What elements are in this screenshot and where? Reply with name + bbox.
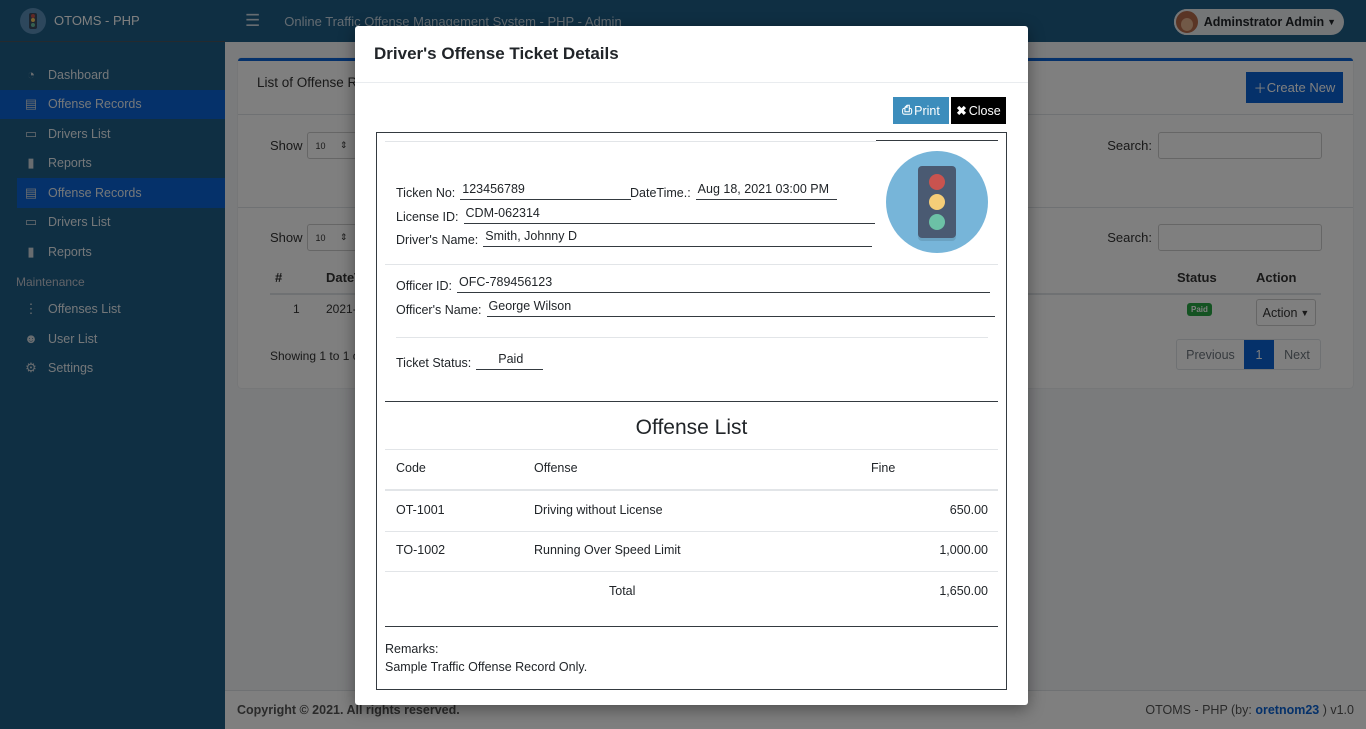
close-button[interactable]: ✖ Close <box>951 97 1006 124</box>
ticket-no-field: Ticken No: 123456789 <box>396 182 632 200</box>
close-label: Close <box>968 103 1001 118</box>
license-field: License ID: CDM-062314 <box>396 206 875 224</box>
column-header-fine: Fine <box>871 461 896 475</box>
ticket-no-value: 123456789 <box>460 182 632 200</box>
ticket-details-modal: Driver's Offense Ticket Details ⎙ Print ✖… <box>355 26 1028 705</box>
driver-name-field: Driver's Name: Smith, Johnny D <box>396 229 873 247</box>
ticket-status-field: Ticket Status: Paid <box>396 352 544 370</box>
driver-name-label: Driver's Name: <box>396 233 479 247</box>
close-icon: ✖ <box>956 104 967 118</box>
offense-list-title: Offense List <box>635 416 748 439</box>
offense-name: Driving without License <box>534 503 663 517</box>
offense-code: OT-1001 <box>396 503 445 517</box>
driver-name-value: Smith, Johnny D <box>483 229 873 247</box>
print-icon: ⎙ <box>902 103 913 117</box>
print-label: Print <box>914 103 940 118</box>
officer-id-field: Officer ID: OFC-789456123 <box>396 275 991 293</box>
divider <box>396 337 988 338</box>
modal-header: Driver's Offense Ticket Details <box>355 26 1028 83</box>
datetime-value: Aug 18, 2021 03:00 PM <box>695 182 837 200</box>
divider <box>385 626 998 627</box>
divider <box>385 531 998 532</box>
officer-name-label: Officer's Name: <box>396 303 482 317</box>
license-label: License ID: <box>396 210 459 224</box>
remarks-value: Sample Traffic Offense Record Only. <box>385 660 588 674</box>
datetime-field: DateTime.: Aug 18, 2021 03:00 PM <box>630 182 837 200</box>
license-value: CDM-062314 <box>463 206 875 224</box>
officer-id-label: Officer ID: <box>396 279 453 293</box>
remarks-label: Remarks: <box>385 642 439 656</box>
ticket-status-value: Paid <box>476 352 544 370</box>
divider <box>385 489 998 491</box>
officer-name-value: George Wilson <box>486 299 995 317</box>
modal-title: Driver's Offense Ticket Details <box>374 44 619 63</box>
divider <box>385 264 998 265</box>
divider <box>876 140 998 141</box>
officer-name-field: Officer's Name: George Wilson <box>396 299 995 317</box>
column-header-offense: Offense <box>534 461 578 475</box>
ticket-status-label: Ticket Status: <box>396 356 472 370</box>
divider <box>385 571 998 572</box>
offense-code: TO-1002 <box>396 543 446 557</box>
print-button[interactable]: ⎙ Print <box>893 97 949 124</box>
total-label: Total <box>609 584 636 598</box>
column-header-code: Code <box>396 461 426 475</box>
datetime-label: DateTime.: <box>630 186 691 200</box>
ticket-no-label: Ticken No: <box>396 186 456 200</box>
divider <box>385 401 998 402</box>
modal-actions: ⎙ Print ✖ Close <box>893 97 1006 124</box>
offense-name: Running Over Speed Limit <box>534 543 681 557</box>
officer-id-value: OFC-789456123 <box>457 275 991 293</box>
offense-fine: 1,000.00 <box>939 543 988 557</box>
traffic-light-icon <box>886 151 988 253</box>
divider <box>385 449 998 450</box>
divider <box>385 141 876 142</box>
total-value: 1,650.00 <box>939 584 988 598</box>
offense-fine: 650.00 <box>949 503 988 517</box>
ticket-document: Ticken No: 123456789 DateTime.: Aug 18, … <box>376 132 1007 690</box>
